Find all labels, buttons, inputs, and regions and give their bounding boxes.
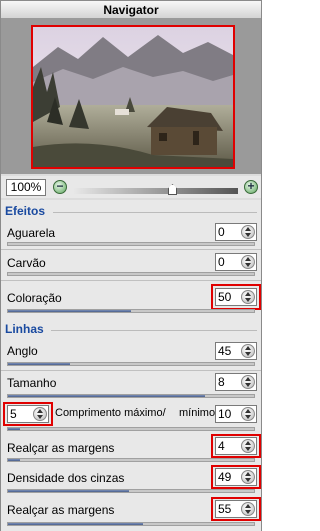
param-row-anglo: Anglo 45 [1,340,261,366]
param-label-tamanho: Tamanho [7,376,57,390]
param-label-realcar-1: Realçar as margens [7,441,115,455]
param-slider-anglo[interactable] [7,362,255,366]
section-title-linhas: Linhas [5,322,44,336]
zoom-out-icon[interactable]: − [53,180,67,194]
spin-buttons-icon[interactable] [241,407,255,421]
param-slider-densidade[interactable] [7,489,255,493]
section-title-efeitos: Efeitos [5,204,46,218]
param-row-tamanho: Tamanho 8 [1,372,261,400]
param-label-carvao: Carvão [7,256,46,270]
param-slider-tamanho[interactable] [7,394,255,398]
param-label-coloracao: Coloração [7,291,62,305]
param-label-comprimento: Comprimento máximo/ [55,407,166,419]
slider-fill [8,490,129,492]
zoom-level-field[interactable]: 100% [6,179,46,196]
param-slider-coloracao[interactable] [7,309,255,313]
param-spin-carvao[interactable]: 0 [215,253,257,271]
param-row-comprimento: 5 Comprimento máximo/ mínimo 10 [1,402,261,432]
param-row-realcar-2: Realçar as margens 55 [1,497,261,529]
param-slider-comprimento[interactable] [7,427,255,431]
param-label-anglo: Anglo [7,344,38,358]
section-divider [51,330,257,331]
highlight-box [211,284,261,310]
param-value-anglo[interactable]: 45 [218,343,240,359]
param-value-comprimento-min[interactable]: 10 [218,406,240,422]
image-preview[interactable] [31,25,235,169]
landscape-preview-image [33,27,233,167]
row-separator [1,249,261,250]
slider-fill [8,310,131,312]
highlight-box [211,465,261,489]
zoom-slider[interactable] [73,188,238,194]
param-row-carvao: Carvão 0 [1,251,261,276]
param-label-minimo: mínimo [179,407,216,419]
preview-area [1,19,261,174]
param-slider-aguarela[interactable] [7,242,255,246]
param-slider-realcar-1[interactable] [7,458,255,462]
param-row-coloracao: Coloração 50 [1,284,261,316]
zoom-slider-thumb[interactable] [168,184,177,195]
row-separator [1,280,261,281]
zoom-in-icon[interactable]: + [244,180,258,194]
param-value-carvao[interactable]: 0 [218,254,240,270]
slider-fill [8,363,70,365]
param-spin-comprimento-min[interactable]: 10 [215,405,257,423]
spin-buttons-icon[interactable] [241,255,255,269]
spin-buttons-icon[interactable] [241,375,255,389]
param-value-aguarela[interactable]: 0 [218,224,240,240]
highlight-box [211,434,261,458]
param-slider-carvao[interactable] [7,272,255,276]
param-spin-anglo[interactable]: 45 [215,342,257,360]
param-row-aguarela: Aguarela 0 [1,222,261,246]
param-label-densidade: Densidade dos cinzas [7,471,125,485]
spin-buttons-icon[interactable] [241,225,255,239]
param-slider-realcar-2[interactable] [7,522,255,526]
param-spin-tamanho[interactable]: 8 [215,373,257,391]
param-value-tamanho[interactable]: 8 [218,374,240,390]
section-efeitos: Efeitos [1,204,261,219]
slider-fill [8,428,21,430]
spin-buttons-icon[interactable] [241,344,255,358]
param-label-realcar-2: Realçar as margens [7,503,115,517]
highlight-box [211,497,261,521]
section-divider [53,212,257,213]
navigator-panel: Navigator 100% − + Efeitos Aguarela 0 Ca… [0,0,262,531]
param-spin-aguarela[interactable]: 0 [215,223,257,241]
row-separator [1,370,261,371]
settings-panel: Efeitos Aguarela 0 Carvão 0 Coloração 50… [1,200,261,531]
slider-fill [8,523,144,525]
section-linhas: Linhas [1,322,261,337]
slider-fill [8,459,21,461]
param-label-aguarela: Aguarela [7,226,56,240]
window-title: Navigator [1,1,261,19]
param-row-densidade: Densidade dos cinzas 49 [1,465,261,495]
highlight-box [3,402,53,426]
param-row-realcar-1: Realçar as margens 4 [1,434,261,464]
slider-fill [8,395,205,397]
zoom-bar: 100% − + [1,176,261,198]
